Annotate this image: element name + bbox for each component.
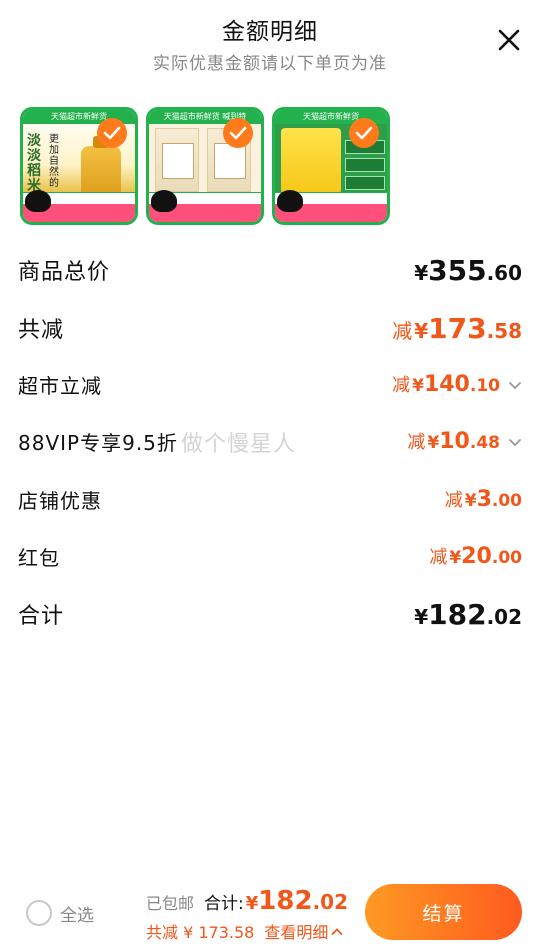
row-supermarket-discount[interactable]: 超市立减 减 ¥140.10 bbox=[18, 362, 522, 406]
tmall-cat-icon bbox=[151, 190, 177, 212]
view-details-link[interactable]: 查看明细 bbox=[264, 919, 343, 943]
amount-decimal: .02 bbox=[486, 604, 522, 629]
row-grand-total: 合计 ¥182.02 bbox=[18, 592, 522, 636]
row-label: 88VIP专享9.5折 bbox=[18, 430, 178, 455]
reduce-prefix: 减 bbox=[392, 375, 411, 396]
product-art: 更加自然的 bbox=[49, 134, 59, 189]
row-label: 合计 bbox=[18, 604, 65, 629]
amount-integer: 140 bbox=[423, 372, 470, 397]
product-tag bbox=[345, 158, 385, 172]
amount-decimal: .58 bbox=[486, 318, 522, 343]
row-amount: 减 ¥20.00 bbox=[429, 543, 522, 569]
checkout-button[interactable]: 结算 bbox=[365, 884, 522, 940]
select-all[interactable]: 全选 bbox=[26, 900, 94, 926]
reduce-prefix: 减 bbox=[444, 490, 463, 511]
currency-symbol: ¥ bbox=[412, 376, 424, 396]
reduce-prefix: 减 bbox=[429, 547, 448, 568]
row-amount: 减 ¥3.00 bbox=[445, 486, 522, 512]
row-label: 商品总价 bbox=[18, 260, 111, 285]
product-thumb-rice-oil[interactable]: 天猫超市新鲜货 淡淡稻米香 更加自然的 bbox=[20, 107, 138, 225]
shipping-status: 已包邮 bbox=[146, 894, 195, 913]
row-amount: 减 ¥140.10 bbox=[392, 371, 522, 397]
selected-check-icon[interactable] bbox=[349, 118, 379, 148]
currency-symbol: ¥ bbox=[414, 318, 429, 343]
selected-check-icon[interactable] bbox=[97, 118, 127, 148]
amount-integer: 182 bbox=[428, 597, 487, 631]
currency-symbol: ¥ bbox=[245, 893, 259, 914]
checkout-bar: 全选 已包邮 合计: ¥182.02 共减 ¥ 173.58 查看明细 结算 bbox=[0, 870, 540, 950]
amount-integer: 182 bbox=[258, 886, 313, 916]
row-label: 红包 bbox=[18, 545, 60, 570]
row-amount: ¥182.02 bbox=[414, 598, 522, 631]
reduce-prefix: 减 bbox=[407, 432, 426, 453]
product-thumb-rice-bags[interactable]: 天猫超市新鲜货 喊到特 bbox=[146, 107, 264, 225]
currency-symbol: ¥ bbox=[449, 548, 462, 568]
product-thumb-chicken-essence[interactable]: 天猫超市新鲜货 bbox=[272, 107, 390, 225]
reduce-prefix: 减 bbox=[392, 318, 413, 343]
row-amount: 减 ¥173.58 bbox=[392, 312, 522, 345]
amount-decimal: .00 bbox=[491, 491, 522, 511]
selected-check-icon[interactable] bbox=[223, 118, 253, 148]
product-tag bbox=[345, 176, 385, 190]
product-bag bbox=[155, 128, 199, 192]
row-label: 超市立减 bbox=[18, 373, 102, 398]
currency-symbol: ¥ bbox=[414, 260, 429, 285]
product-pack bbox=[281, 128, 341, 194]
order-summary: 已包邮 合计: ¥182.02 共减 ¥ 173.58 查看明细 bbox=[146, 886, 358, 943]
view-details-label: 查看明细 bbox=[264, 923, 329, 942]
saved-amount: 共减 ¥ 173.58 bbox=[146, 923, 255, 942]
amount-integer: 3 bbox=[476, 487, 492, 512]
product-thumbnails: 天猫超市新鲜货 淡淡稻米香 更加自然的 天猫超市新鲜货 喊到特 天猫超市新鲜货 bbox=[20, 107, 390, 227]
row-store-discount: 店铺优惠 减 ¥3.00 bbox=[18, 477, 522, 521]
modal-title: 金额明细 bbox=[222, 19, 318, 45]
modal-subtitle: 实际优惠金额请以下单页为准 bbox=[153, 54, 387, 74]
currency-symbol: ¥ bbox=[464, 491, 477, 511]
currency-symbol: ¥ bbox=[414, 604, 429, 629]
total-label: 合计: bbox=[204, 894, 244, 914]
tmall-cat-icon bbox=[277, 190, 303, 212]
chevron-up-icon bbox=[331, 927, 343, 935]
row-subtotal: 商品总价 ¥355.60 bbox=[18, 248, 522, 292]
row-amount: ¥355.60 bbox=[414, 254, 522, 287]
tmall-cat-icon bbox=[25, 190, 51, 212]
row-label: 店铺优惠 bbox=[18, 488, 102, 513]
amount-decimal: .00 bbox=[491, 548, 522, 568]
amount-decimal: .60 bbox=[486, 260, 522, 285]
amount-decimal: .48 bbox=[469, 433, 500, 453]
row-total-discount: 共减 减 ¥173.58 bbox=[18, 306, 522, 350]
amount-integer: 20 bbox=[461, 544, 492, 569]
amount-integer: 355 bbox=[428, 253, 487, 287]
close-icon[interactable] bbox=[495, 26, 523, 54]
select-all-radio[interactable] bbox=[26, 900, 52, 926]
amount-decimal: .02 bbox=[312, 890, 348, 914]
row-amount: 减 ¥10.48 bbox=[407, 428, 522, 454]
modal-header: 金额明细 实际优惠金额请以下单页为准 bbox=[0, 0, 540, 80]
row-label: 共减 bbox=[18, 318, 65, 343]
amount-decimal: .10 bbox=[469, 376, 500, 396]
total-amount: ¥182.02 bbox=[246, 886, 348, 916]
chevron-down-icon[interactable] bbox=[508, 381, 522, 391]
amount-integer: 173 bbox=[428, 311, 487, 345]
chevron-down-icon[interactable] bbox=[508, 438, 522, 448]
amount-integer: 10 bbox=[439, 429, 470, 454]
select-all-label: 全选 bbox=[60, 905, 94, 926]
currency-symbol: ¥ bbox=[427, 433, 440, 453]
row-red-packet: 红包 减 ¥20.00 bbox=[18, 534, 522, 578]
watermark: 做个慢星人 bbox=[181, 432, 297, 457]
